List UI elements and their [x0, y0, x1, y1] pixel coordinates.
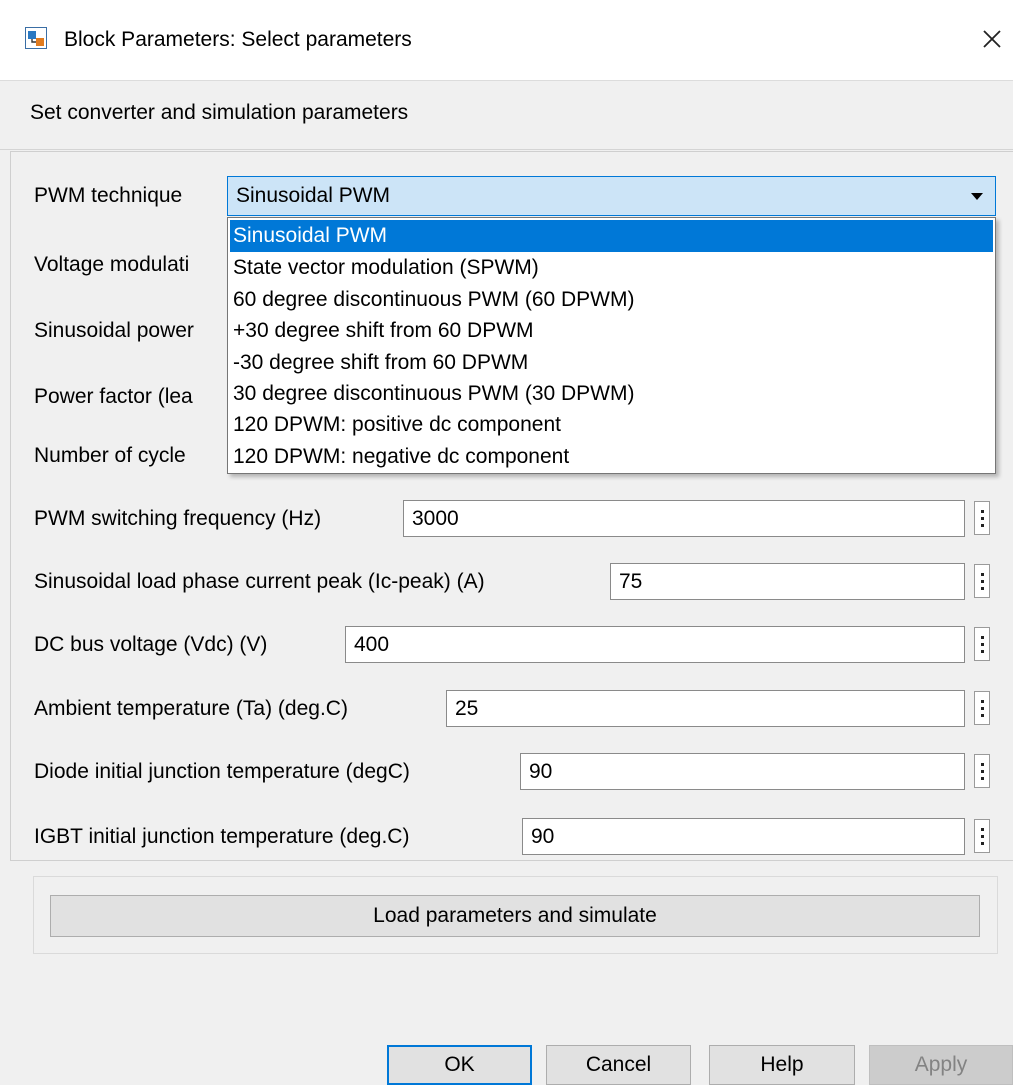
dropdown-option[interactable]: State vector modulation (SPWM) [230, 252, 993, 284]
help-button[interactable]: Help [709, 1045, 855, 1085]
pwm-switching-frequency-field[interactable]: 3000 [403, 500, 965, 537]
dc-bus-voltage-field[interactable]: 400 [345, 626, 965, 663]
kebab-menu-icon[interactable] [974, 754, 990, 788]
pwm-technique-selected-value: Sinusoidal PWM [236, 184, 391, 207]
pwm-technique-label: PWM technique [34, 184, 183, 207]
sinusoidal-power-label: Sinusoidal power [34, 319, 194, 342]
dropdown-option[interactable]: 120 DPWM: negative dc component [230, 441, 993, 473]
kebab-menu-icon[interactable] [974, 691, 990, 725]
ambient-temperature-field[interactable]: 25 [446, 690, 965, 727]
dc-bus-voltage-label: DC bus voltage (Vdc) (V) [34, 633, 268, 656]
load-and-simulate-button[interactable]: Load parameters and simulate [50, 895, 980, 937]
description-text: Set converter and simulation parameters [30, 101, 409, 124]
close-icon[interactable] [972, 22, 1012, 58]
dropdown-option[interactable]: +30 degree shift from 60 DPWM [230, 315, 993, 347]
pwm-technique-dropdown-list[interactable]: Sinusoidal PWM State vector modulation (… [227, 217, 996, 474]
chevron-down-icon[interactable] [971, 193, 983, 200]
cancel-button[interactable]: Cancel [546, 1045, 691, 1085]
igbt-junction-temperature-label: IGBT initial junction temperature (deg.C… [34, 825, 410, 848]
pwm-technique-select[interactable]: Sinusoidal PWM [227, 176, 996, 216]
kebab-menu-icon[interactable] [974, 501, 990, 535]
power-factor-label: Power factor (lea [34, 385, 193, 408]
dropdown-option[interactable]: Sinusoidal PWM [230, 220, 993, 252]
ok-button[interactable]: OK [387, 1045, 532, 1085]
diode-junction-temperature-field[interactable]: 90 [520, 753, 965, 790]
kebab-menu-icon[interactable] [974, 564, 990, 598]
kebab-menu-icon[interactable] [974, 627, 990, 661]
number-of-cycles-label: Number of cycle [34, 444, 186, 467]
simulink-block-icon [25, 27, 47, 49]
diode-junction-temperature-label: Diode initial junction temperature (degC… [34, 760, 410, 783]
dropdown-option[interactable]: 120 DPWM: positive dc component [230, 409, 993, 441]
load-current-peak-field[interactable]: 75 [610, 563, 965, 600]
ambient-temperature-label: Ambient temperature (Ta) (deg.C) [34, 697, 348, 720]
dropdown-option[interactable]: 30 degree discontinuous PWM (30 DPWM) [230, 378, 993, 410]
title-bar: Block Parameters: Select parameters [0, 0, 1013, 80]
apply-button: Apply [869, 1045, 1013, 1085]
kebab-menu-icon[interactable] [974, 819, 990, 853]
pwm-switching-frequency-label: PWM switching frequency (Hz) [34, 507, 322, 530]
window-title: Block Parameters: Select parameters [64, 28, 412, 51]
voltage-modulation-label: Voltage modulati [34, 253, 190, 276]
load-current-peak-label: Sinusoidal load phase current peak (Ic-p… [34, 570, 485, 593]
dropdown-option[interactable]: 60 degree discontinuous PWM (60 DPWM) [230, 284, 993, 316]
description-area: Set converter and simulation parameters [0, 80, 1013, 150]
igbt-junction-temperature-field[interactable]: 90 [522, 818, 965, 855]
dropdown-option[interactable]: -30 degree shift from 60 DPWM [230, 347, 993, 379]
